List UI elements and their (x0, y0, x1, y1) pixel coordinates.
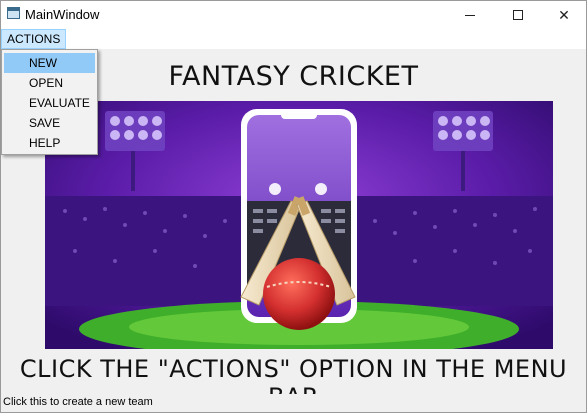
menu-bar: ACTIONS (1, 29, 586, 49)
close-button[interactable]: ✕ (541, 1, 587, 29)
window-title: MainWindow (25, 7, 100, 22)
cricket-ball (263, 258, 335, 330)
menu-item-evaluate[interactable]: EVALUATE (4, 93, 95, 113)
title-bar: MainWindow ✕ (1, 1, 586, 29)
menu-item-open[interactable]: OPEN (4, 73, 95, 93)
status-text: Click this to create a new team (3, 396, 153, 408)
minimize-icon (465, 14, 475, 16)
main-window: MainWindow ✕ ACTIONS FANTASY CRICKET CLI… (0, 0, 587, 413)
menu-item-save[interactable]: SAVE (4, 113, 95, 133)
menu-item-new[interactable]: NEW (4, 53, 95, 73)
maximize-icon (513, 10, 523, 20)
minimize-button[interactable] (447, 1, 493, 29)
menu-actions[interactable]: ACTIONS (1, 29, 67, 49)
status-bar: Click this to create a new team (1, 394, 586, 412)
close-icon: ✕ (558, 6, 570, 23)
menu-item-help[interactable]: HELP (4, 133, 95, 153)
app-icon (7, 7, 20, 19)
actions-dropdown-menu: NEW OPEN EVALUATE SAVE HELP (1, 49, 98, 155)
maximize-button[interactable] (495, 1, 541, 29)
fantasy-cricket-banner (45, 101, 553, 349)
